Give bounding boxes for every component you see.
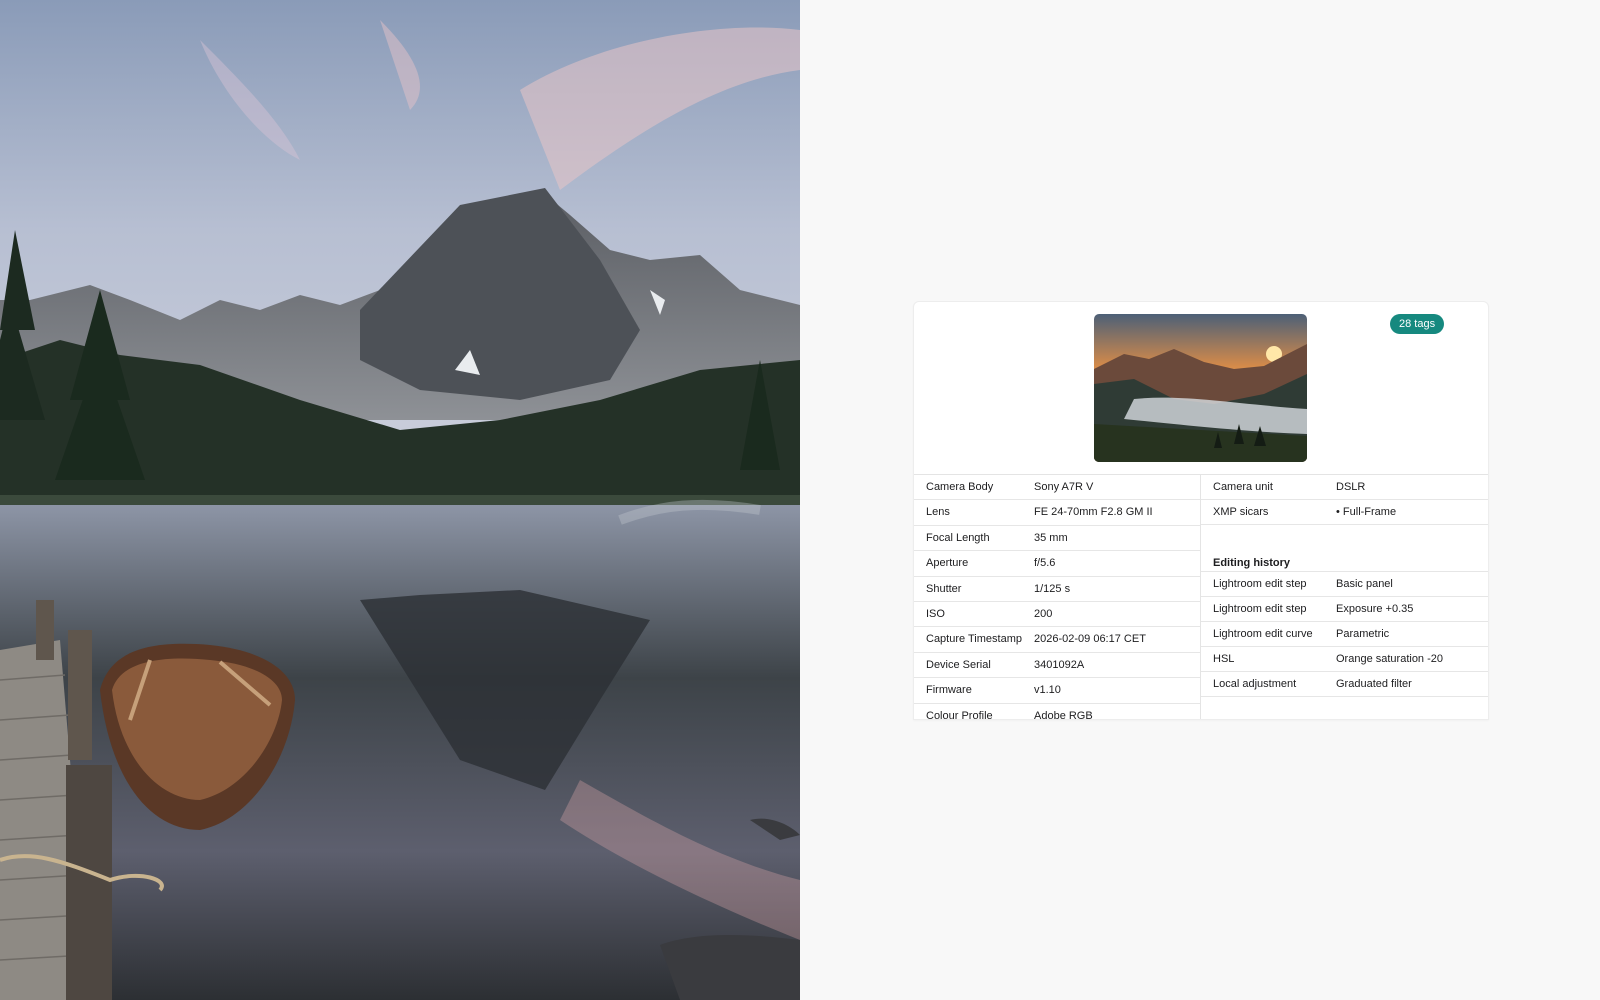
exif-label: Lens bbox=[926, 506, 950, 519]
history-value: Exposure +0.35 bbox=[1336, 603, 1414, 615]
editing-history-title: Editing history bbox=[1201, 548, 1488, 572]
history-label: Lightroom edit curve bbox=[1213, 628, 1313, 640]
exif-row: Lens FE 24-70mm F2.8 GM II bbox=[914, 500, 1200, 526]
exif-value: FE 24-70mm F2.8 GM II bbox=[1034, 506, 1153, 519]
history-value: Parametric bbox=[1336, 628, 1390, 640]
main-photo bbox=[0, 0, 800, 1000]
exif-row: Colour Profile Adobe RGB bbox=[914, 704, 1200, 720]
history-label: Local adjustment bbox=[1213, 678, 1297, 690]
history-row: Local adjustment Graduated filter bbox=[1201, 672, 1488, 697]
exif-value: Sony A7R V bbox=[1034, 481, 1094, 493]
metadata-tables: Camera Body Sony A7R V Lens FE 24-70mm F2.… bbox=[914, 474, 1488, 720]
exif-row: Aperture f/5.6 bbox=[914, 551, 1200, 577]
exif-value: 3401092A bbox=[1034, 658, 1085, 671]
exif-label: Camera Body bbox=[926, 481, 994, 493]
exif-row: Camera Body Sony A7R V bbox=[914, 475, 1200, 501]
exif-table: Camera Body Sony A7R V Lens FE 24-70mm F2.… bbox=[914, 475, 1201, 720]
exif-label: ISO bbox=[926, 607, 945, 620]
device-value: DSLR bbox=[1336, 481, 1366, 493]
history-label: Lightroom edit step bbox=[1213, 603, 1307, 615]
history-row: Lightroom edit step Basic panel bbox=[1201, 572, 1488, 597]
exif-row: ISO 200 bbox=[914, 602, 1200, 628]
device-row: Camera unit DSLR bbox=[1201, 475, 1488, 500]
exif-label: Colour Profile bbox=[926, 709, 993, 720]
exif-row: Shutter 1/125 s bbox=[914, 577, 1200, 602]
exif-label: Shutter bbox=[926, 582, 962, 595]
device-and-history-table: Camera unit DSLR XMP sicars • Full-Frame E… bbox=[1201, 475, 1488, 719]
exif-row: Device Serial 3401092A bbox=[914, 653, 1200, 679]
exif-value: f/5.6 bbox=[1034, 557, 1056, 570]
history-label: HSL bbox=[1213, 653, 1235, 665]
metadata-card: 28 tags Camera Body Sony A7R V Lens FE 24-… bbox=[913, 301, 1489, 720]
device-label: XMP sicars bbox=[1213, 506, 1269, 518]
exif-label: Aperture bbox=[926, 557, 969, 570]
history-label: Lightroom edit step bbox=[1213, 578, 1307, 590]
history-row: Lightroom edit curve Parametric bbox=[1201, 622, 1488, 647]
history-value: Basic panel bbox=[1336, 578, 1393, 590]
exif-value: 200 bbox=[1034, 607, 1053, 620]
exif-row: Focal Length 35 mm bbox=[914, 526, 1200, 552]
exif-value: Adobe RGB bbox=[1034, 709, 1093, 720]
device-label: Camera unit bbox=[1213, 481, 1273, 493]
exif-row: Firmware v1.10 bbox=[914, 678, 1200, 704]
device-row: XMP sicars • Full-Frame bbox=[1201, 500, 1488, 525]
exif-label: Capture Timestamp bbox=[926, 633, 1022, 646]
photo-thumbnail[interactable] bbox=[1094, 314, 1307, 462]
history-value: Orange saturation -20 bbox=[1336, 653, 1444, 665]
exif-label: Focal Length bbox=[926, 531, 990, 544]
exif-value: 35 mm bbox=[1034, 531, 1068, 544]
tag-count-badge[interactable]: 28 tags bbox=[1390, 314, 1445, 334]
exif-label: Device Serial bbox=[926, 658, 991, 671]
right-pane: 28 tags Camera Body Sony A7R V Lens FE 24-… bbox=[800, 0, 1600, 1000]
exif-value: v1.10 bbox=[1034, 684, 1061, 697]
exif-value: 1/125 s bbox=[1034, 582, 1071, 595]
history-value: Graduated filter bbox=[1336, 678, 1412, 690]
exif-row: Capture Timestamp 2026-02-09 06:17 CET bbox=[914, 627, 1200, 653]
device-value: • Full-Frame bbox=[1336, 506, 1397, 518]
history-row: Lightroom edit step Exposure +0.35 bbox=[1201, 597, 1488, 622]
exif-value: 2026-02-09 06:17 CET bbox=[1034, 633, 1146, 646]
history-row: HSL Orange saturation -20 bbox=[1201, 647, 1488, 672]
exif-label: Firmware bbox=[926, 684, 972, 697]
